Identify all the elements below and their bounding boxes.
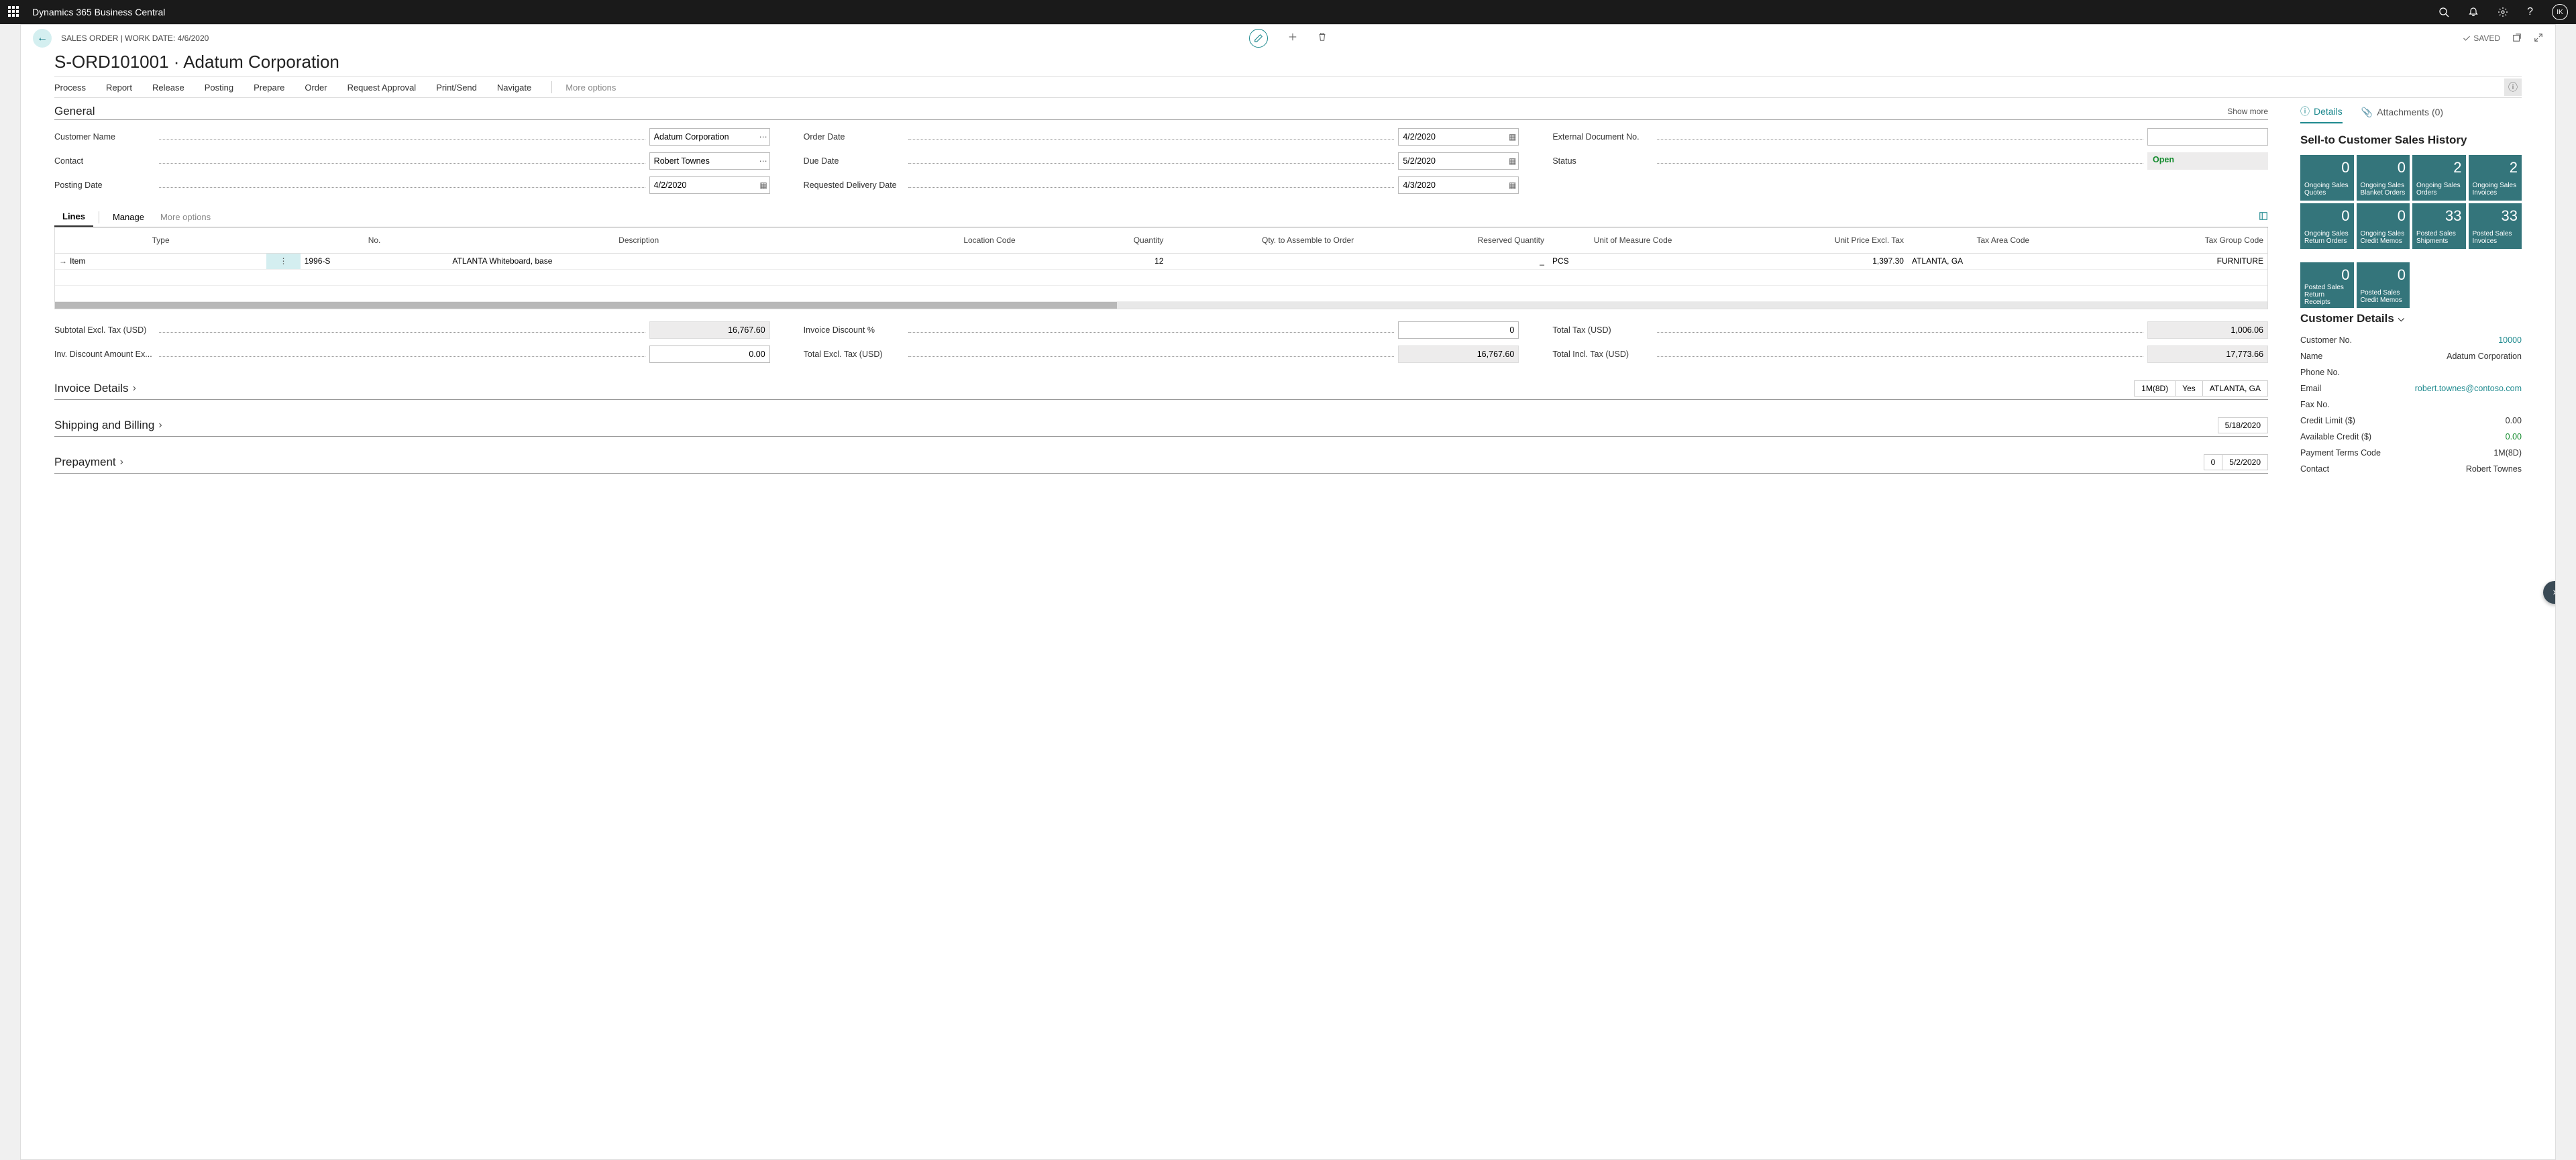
topbar: Dynamics 365 Business Central ? IK <box>0 0 2576 24</box>
popout-icon[interactable] <box>2512 33 2522 44</box>
chevron-right-icon: › <box>158 419 162 431</box>
action-more[interactable]: More options <box>566 83 616 93</box>
tile-ongoing-orders[interactable]: 2Ongoing Sales Orders <box>2412 155 2466 201</box>
action-bar: Process Report Release Posting Prepare O… <box>54 76 2522 98</box>
inv-disc-pct-input[interactable] <box>1398 321 1519 339</box>
action-print[interactable]: Print/Send <box>436 83 477 93</box>
help-icon[interactable]: ? <box>2527 6 2533 18</box>
total-incl-field <box>2147 346 2268 363</box>
tile-posted-shipments[interactable]: 33Posted Sales Shipments <box>2412 203 2466 249</box>
lines-more[interactable]: More options <box>152 207 219 227</box>
app-launcher-icon[interactable] <box>8 6 20 18</box>
total-excl-field <box>1398 346 1519 363</box>
lines-toolbar: Lines Manage More options <box>54 207 2268 227</box>
gear-icon[interactable] <box>2498 7 2508 17</box>
back-button[interactable]: ← <box>33 29 52 48</box>
contact-input[interactable] <box>649 152 770 170</box>
app-name: Dynamics 365 Business Central <box>32 7 165 17</box>
page-card: ← SALES ORDER | WORK DATE: 4/6/2020 SAVE… <box>20 24 2556 1160</box>
action-posting[interactable]: Posting <box>205 83 233 93</box>
tab-manage[interactable]: Manage <box>105 207 152 227</box>
action-process[interactable]: Process <box>54 83 86 93</box>
edit-button[interactable] <box>1249 29 1268 48</box>
email-link[interactable]: robert.townes@contoso.com <box>2415 384 2522 393</box>
action-approval[interactable]: Request Approval <box>347 83 417 93</box>
action-order[interactable]: Order <box>305 83 327 93</box>
section-invoice-details[interactable]: Invoice Details› 1M(8D) Yes ATLANTA, GA <box>54 380 2268 400</box>
customer-name-input[interactable] <box>649 128 770 146</box>
action-report[interactable]: Report <box>106 83 132 93</box>
lines-table: Type No. Description Location Code Quant… <box>55 227 2267 302</box>
action-release[interactable]: Release <box>152 83 184 93</box>
search-icon[interactable] <box>2438 7 2449 17</box>
delete-button[interactable] <box>1318 32 1327 45</box>
tab-lines[interactable]: Lines <box>54 207 93 227</box>
section-prepayment[interactable]: Prepayment› 0 5/2/2020 <box>54 454 2268 474</box>
section-shipping[interactable]: Shipping and Billing› 5/18/2020 <box>54 417 2268 437</box>
horizontal-scrollbar[interactable] <box>55 302 2267 309</box>
breadcrumb: SALES ORDER | WORK DATE: 4/6/2020 <box>61 34 209 43</box>
info-icon[interactable]: ⓘ <box>2504 78 2522 96</box>
tile-posted-credit-memos[interactable]: 0Posted Sales Credit Memos <box>2357 262 2410 308</box>
section-general: General Show more <box>54 105 2268 120</box>
customer-no-link[interactable]: 10000 <box>2498 335 2522 345</box>
tile-ongoing-invoices[interactable]: 2Ongoing Sales Invoices <box>2469 155 2522 201</box>
side-tab-attachments[interactable]: 📎Attachments (0) <box>2361 105 2443 123</box>
info-icon: ⓘ <box>2300 105 2310 118</box>
table-row[interactable] <box>55 269 2267 285</box>
tile-posted-invoices[interactable]: 33Posted Sales Invoices <box>2469 203 2522 249</box>
chevron-right-icon: › <box>120 456 123 468</box>
customer-details-heading[interactable]: Customer Details⌵ <box>2300 312 2522 325</box>
attachment-icon: 📎 <box>2361 107 2373 118</box>
tile-posted-return-receipts[interactable]: 0Posted Sales Return Receipts <box>2300 262 2354 308</box>
req-delivery-input[interactable] <box>1398 176 1519 194</box>
chevron-down-icon: ⌵ <box>2398 314 2404 324</box>
posting-date-input[interactable] <box>649 176 770 194</box>
new-button[interactable] <box>1288 32 1297 45</box>
total-tax-field <box>2147 321 2268 339</box>
sales-history-title: Sell-to Customer Sales History <box>2300 134 2522 147</box>
show-more-link[interactable]: Show more <box>2227 107 2268 116</box>
tile-ongoing-blanket[interactable]: 0Ongoing Sales Blanket Orders <box>2357 155 2410 201</box>
page-header: ← SALES ORDER | WORK DATE: 4/6/2020 SAVE… <box>21 25 2555 52</box>
tile-ongoing-return-orders[interactable]: 0Ongoing Sales Return Orders <box>2300 203 2354 249</box>
row-menu-icon[interactable]: ⋮ <box>266 253 300 269</box>
table-row[interactable] <box>55 285 2267 301</box>
expand-lines-icon[interactable] <box>2259 211 2268 223</box>
status-badge: Open <box>2147 152 2268 170</box>
subtotal-field <box>649 321 770 339</box>
side-tab-details[interactable]: ⓘDetails <box>2300 105 2343 123</box>
bell-icon[interactable] <box>2468 7 2479 17</box>
tile-ongoing-credit-memos[interactable]: 0Ongoing Sales Credit Memos <box>2357 203 2410 249</box>
tile-ongoing-quotes[interactable]: 0Ongoing Sales Quotes <box>2300 155 2354 201</box>
action-navigate[interactable]: Navigate <box>497 83 531 93</box>
action-prepare[interactable]: Prepare <box>254 83 284 93</box>
order-date-input[interactable] <box>1398 128 1519 146</box>
saved-indicator: SAVED <box>2463 34 2500 43</box>
avatar[interactable]: IK <box>2552 4 2568 20</box>
table-row[interactable]: Item ⋮ 1996-S ATLANTA Whiteboard, base 1… <box>55 253 2267 269</box>
chevron-right-icon: › <box>133 382 136 394</box>
page-title: S-ORD101001 · Adatum Corporation <box>21 52 2555 76</box>
collapse-icon[interactable] <box>2534 33 2543 44</box>
due-date-input[interactable] <box>1398 152 1519 170</box>
ext-doc-input[interactable] <box>2147 128 2268 146</box>
inv-disc-amt-input[interactable] <box>649 346 770 363</box>
